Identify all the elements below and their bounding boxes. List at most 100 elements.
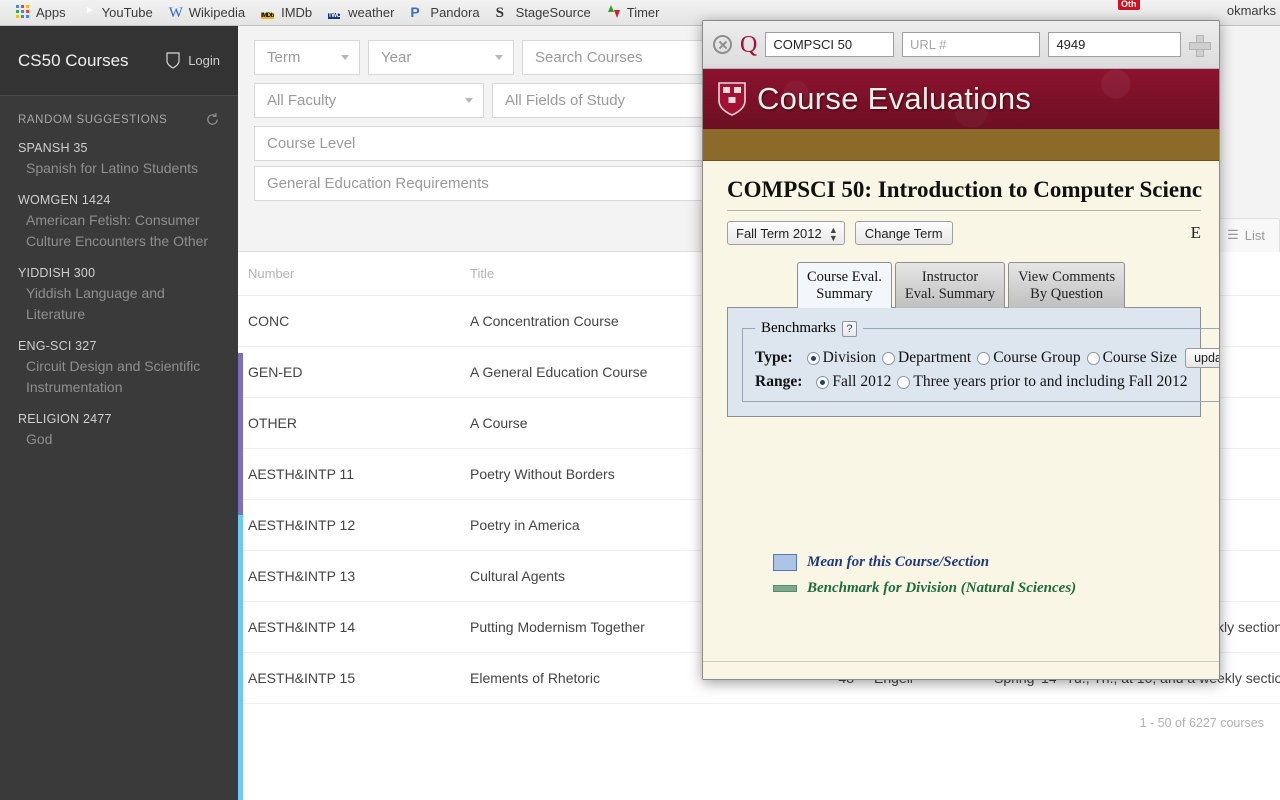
bookmark-youtube[interactable]: YouTube [74, 3, 161, 22]
tab-instructor-eval-summary[interactable]: Instructor Eval. Summary [894, 262, 1006, 308]
row-stripe [238, 353, 243, 515]
bookmark-label: Pandora [430, 5, 480, 20]
random-suggestions-section: RANDOM SUGGESTIONS [0, 96, 238, 133]
radio-course-size[interactable] [1086, 351, 1100, 365]
legend-swatch-benchmark [773, 585, 797, 592]
evaluation-tabs: Course Eval. Summary Instructor Eval. Su… [797, 262, 1201, 308]
faculty-select-value: All Faculty [267, 92, 337, 109]
legend-item-mean: Mean for this Course/Section [773, 554, 1076, 571]
youtube-icon [82, 5, 97, 20]
term-select[interactable]: Fall Term 2012 ▲ ▼ [727, 221, 845, 245]
pandora-icon: P [410, 4, 420, 20]
bookmark-apps[interactable]: Apps [8, 3, 74, 22]
benchmarks-fieldset: Benchmarks ? Type: Division Department C… [742, 320, 1219, 402]
cell-number: AESTH&INTP 14 [238, 601, 460, 653]
change-term-button[interactable]: Change Term [854, 221, 953, 245]
suggestion-name: God [26, 431, 53, 447]
radio-three-years[interactable] [897, 375, 911, 389]
bookmark-label: Apps [36, 5, 66, 20]
tab-view-comments-by-question[interactable]: View Comments By Question [1008, 262, 1126, 308]
year-select[interactable]: Year [368, 40, 514, 75]
other-badge: Oth [1118, 0, 1140, 10]
page-title: COMPSCI 50: Introduction to Computer Sci… [727, 177, 1203, 202]
suggestion-number: ENG-SCI 327 [18, 339, 97, 353]
list-item[interactable]: WOMGEN 1424 American Fetish: Consumer Cu… [0, 185, 238, 258]
evaluation-id-input[interactable]: 4949 [1048, 32, 1181, 57]
tab-panel: Benchmarks ? Type: Division Department C… [727, 307, 1219, 417]
cell-number: AESTH&INTP 15 [238, 652, 460, 704]
tab-line2: Summary [816, 286, 873, 302]
bookmark-wikipedia[interactable]: W Wikipedia [161, 3, 253, 22]
sidebar-header: CS50 Courses Login [0, 26, 238, 96]
list-item[interactable]: ENG-SCI 327 Circuit Design and Scientifi… [0, 331, 238, 404]
shield-icon [166, 52, 180, 69]
legend-label-benchmark: Benchmark for Division (Natural Sciences… [807, 580, 1077, 596]
course-code-input[interactable]: COMPSCI 50 [765, 32, 894, 57]
term-controls: Fall Term 2012 ▲ ▼ Change Term E [727, 221, 1201, 245]
update-button[interactable]: update [1185, 348, 1219, 368]
tab-course-eval-summary[interactable]: Course Eval. Summary [797, 262, 892, 308]
radio-course-size-label: Course Size [1102, 349, 1178, 366]
bookmark-timer[interactable]: Timer [599, 3, 668, 22]
suggestion-number: YIDDISH 300 [18, 266, 96, 280]
suggestion-name: Spanish for Latino Students [26, 160, 199, 176]
tab-line2: By Question [1030, 286, 1104, 302]
benchmarks-label: Benchmarks [761, 320, 836, 336]
random-suggestions-label: RANDOM SUGGESTIONS [18, 113, 168, 126]
legend-label-mean: Mean for this Course/Section [807, 554, 990, 570]
harvard-shield-icon [718, 82, 746, 116]
faculty-select[interactable]: All Faculty [254, 83, 484, 118]
bookmark-pandora[interactable]: P Pandora [402, 3, 487, 22]
cell-number: OTHER [238, 397, 460, 449]
term-select[interactable]: Term [254, 40, 360, 75]
gen-ed-value: General Education Requirements [267, 175, 489, 192]
radio-department[interactable] [882, 351, 896, 365]
q-logo-icon: Q [740, 31, 758, 58]
app-title: CS50 Courses [18, 50, 129, 70]
refresh-icon[interactable] [205, 112, 220, 127]
suggestion-name: Circuit Design and Scientific Instrument… [26, 358, 201, 395]
bookmark-weather[interactable]: TWC weather [320, 3, 402, 22]
legend-item-benchmark: Benchmark for Division (Natural Sciences… [773, 580, 1076, 597]
apps-grid-icon [16, 5, 31, 20]
list-item[interactable]: SPANSH 35 Spanish for Latino Students [0, 133, 238, 185]
imdb-icon: IMDb [261, 13, 274, 19]
cell-number: AESTH&INTP 11 [238, 448, 460, 500]
radio-fall-2012[interactable] [816, 375, 830, 389]
other-bookmarks-label: okmarks [1226, 3, 1276, 18]
suggestion-number: SPANSH 35 [18, 141, 88, 155]
bookmark-imdb[interactable]: IMDb IMDb [253, 3, 320, 22]
plus-icon[interactable] [1189, 34, 1211, 57]
suggestion-name: Yiddish Language and Literature [26, 285, 165, 322]
wikipedia-icon: W [168, 5, 183, 21]
login-button[interactable]: Login [166, 52, 220, 69]
bookmark-label: Wikipedia [188, 5, 246, 20]
popup-footer [703, 661, 1219, 679]
course-evaluations-popup: Q COMPSCI 50 URL # 4949 Course Evaluatio… [702, 20, 1220, 680]
bookmark-stagesource[interactable]: S StageSource [488, 3, 599, 22]
row-stripe [238, 515, 243, 800]
bookmark-label: weather [348, 5, 395, 20]
radio-division[interactable] [806, 351, 820, 365]
list-item[interactable]: RELIGION 2477 God [0, 404, 238, 456]
list-item[interactable]: YIDDISH 300 Yiddish Language and Literat… [0, 258, 238, 331]
suggestion-number: RELIGION 2477 [18, 412, 112, 426]
radio-course-group[interactable] [977, 351, 991, 365]
col-number[interactable]: Number [238, 252, 460, 296]
url-number-input[interactable]: URL # [901, 32, 1041, 57]
suggestion-name: American Fetish: Consumer Culture Encoun… [26, 212, 209, 249]
benchmark-type-row: Type: Division Department Course Group C… [755, 348, 1219, 368]
legend-swatch-mean [773, 554, 797, 571]
popup-body: COMPSCI 50: Introduction to Computer Sci… [703, 161, 1219, 679]
close-icon[interactable] [713, 35, 732, 54]
stepper-arrows-icon: ▲ ▼ [828, 225, 838, 243]
divider [727, 210, 1201, 211]
help-icon[interactable]: ? [841, 320, 857, 337]
tab-list[interactable]: ☰ List [1212, 218, 1280, 252]
cell-number: GEN-ED [238, 346, 460, 398]
bookmark-label: IMDb [281, 5, 313, 20]
cell-number: AESTH&INTP 13 [238, 550, 460, 602]
term-select-value: Term [267, 49, 301, 66]
range-label: Range: [755, 373, 803, 390]
other-bookmarks-button[interactable]: okmarks [1227, 3, 1276, 18]
